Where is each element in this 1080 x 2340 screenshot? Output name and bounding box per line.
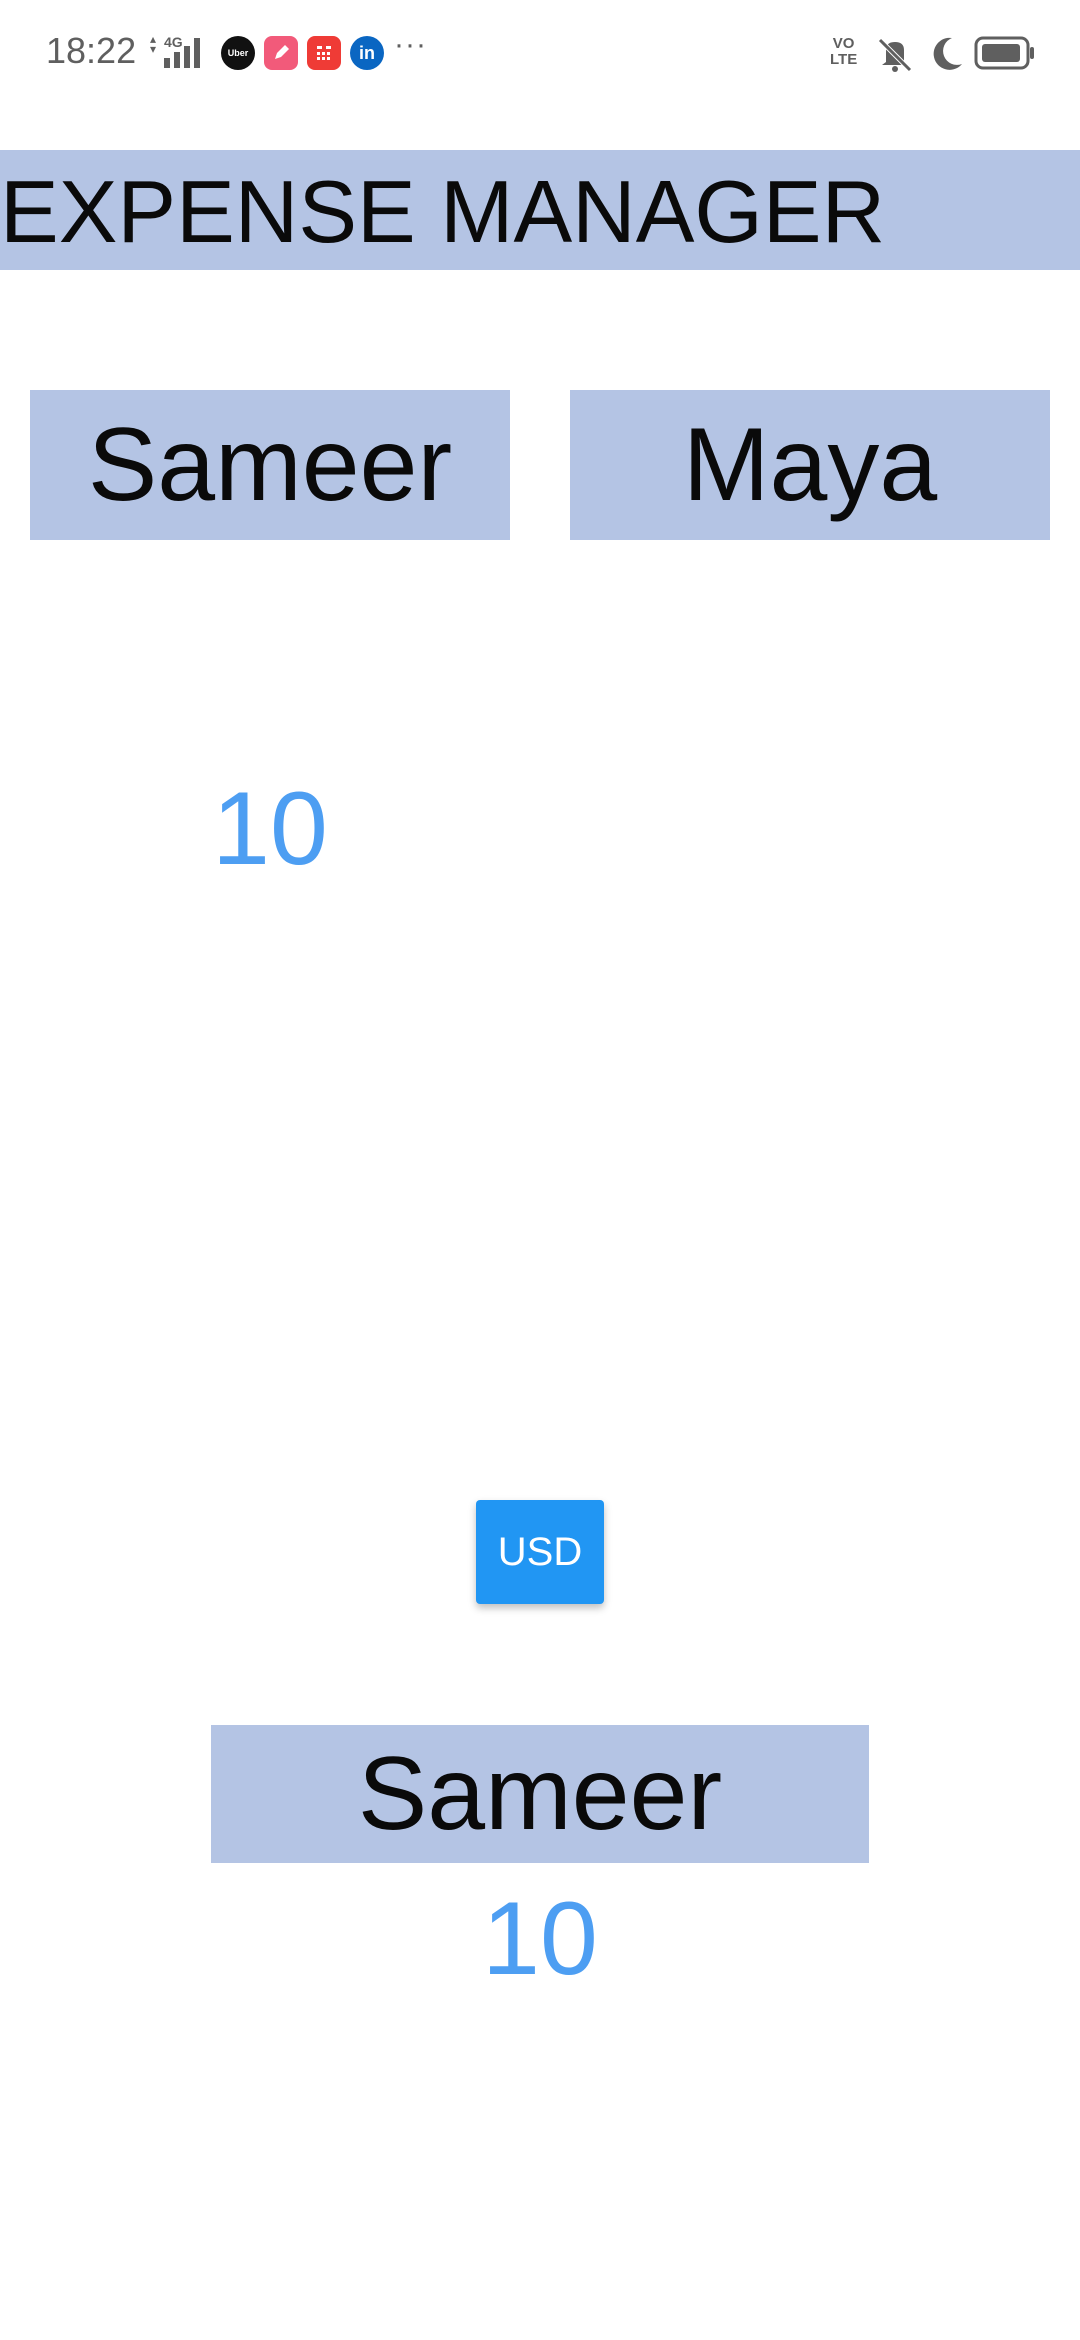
volte-top: VO <box>832 35 855 52</box>
title-bar: EXPENSE MANAGER <box>0 150 1080 270</box>
do-not-disturb-moon-icon <box>933 37 962 70</box>
screen: 18:22 ▴ ▾ 4G Uber in ··· VO LTE EXPENSE … <box>0 0 1080 2340</box>
currency-button[interactable]: USD <box>476 1500 604 1604</box>
uber-label: Uber <box>227 48 249 58</box>
status-time: 18:22 <box>46 30 137 71</box>
app-title: EXPENSE MANAGER <box>0 162 886 261</box>
battery-icon <box>974 36 1034 70</box>
calculator-glyph-icon <box>317 46 331 60</box>
volte-icon: VO LTE <box>830 36 857 68</box>
pen-app-icon <box>264 36 298 70</box>
mute-icon <box>878 38 912 72</box>
person-button-maya[interactable]: Maya <box>570 390 1050 540</box>
signal-bars-icon <box>164 38 200 68</box>
uber-icon: Uber <box>221 36 255 70</box>
result-amount: 10 <box>482 1881 598 1997</box>
linkedin-label: in <box>359 42 375 63</box>
result-name: Sameer <box>211 1725 869 1863</box>
calculator-app-icon <box>307 36 341 70</box>
signal-icon: ▴ ▾ 4G <box>150 33 210 70</box>
more-notifications-icon: ··· <box>394 28 427 61</box>
volte-bottom: LTE <box>830 51 858 68</box>
pen-glyph-icon <box>275 45 289 59</box>
linkedin-icon: in <box>350 36 384 70</box>
status-bar: 18:22 ▴ ▾ 4G Uber in ··· VO LTE <box>0 0 1080 110</box>
person-button-sameer[interactable]: Sameer <box>30 390 510 540</box>
sameer-amount: 10 <box>212 771 328 887</box>
